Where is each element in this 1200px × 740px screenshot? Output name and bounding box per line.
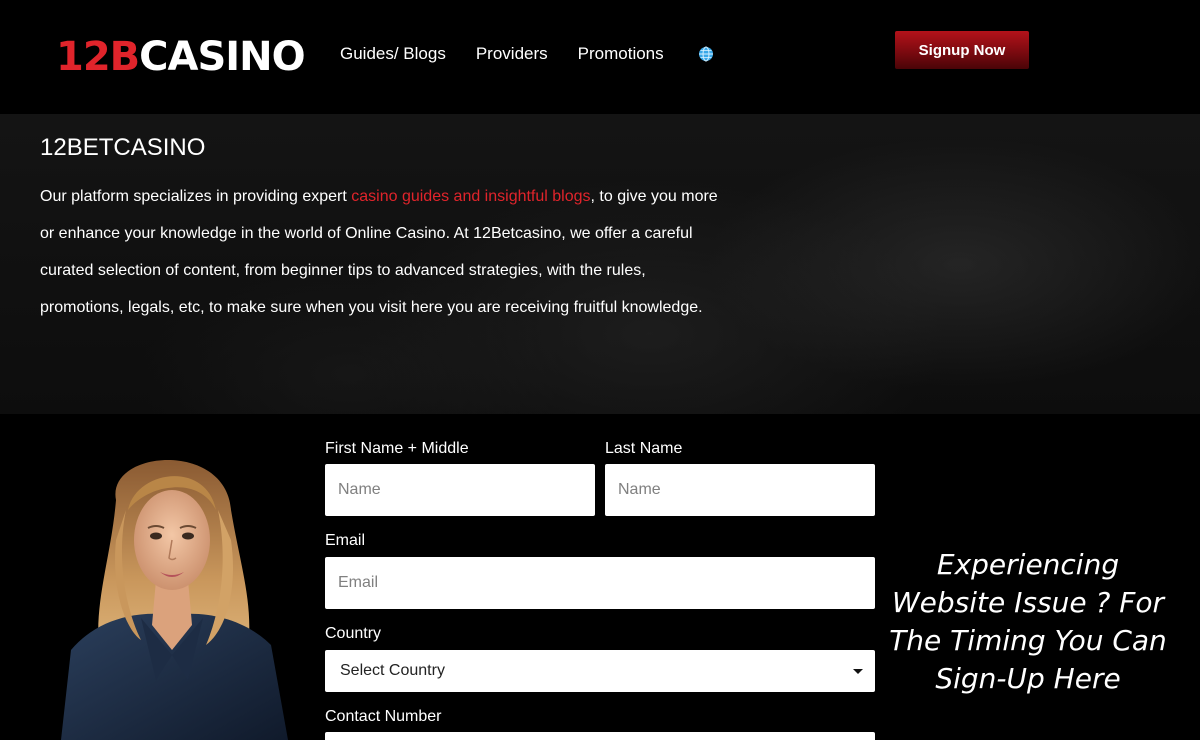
site-header: 12BCASINO Guides/ Blogs Providers Promot…: [0, 0, 1200, 114]
signup-help-message: Experiencing Website Issue ? For The Tim…: [889, 548, 1167, 695]
nav-guides-blogs[interactable]: Guides/ Blogs: [340, 42, 446, 66]
signup-now-button[interactable]: Signup Now: [895, 31, 1029, 69]
hero-text-end: , to give you more or enhance your knowl…: [40, 188, 718, 316]
contact-number-label: Contact Number: [325, 708, 442, 725]
logo-part-white: CASINO: [139, 34, 305, 80]
contact-number-input[interactable]: [325, 732, 875, 740]
first-name-input[interactable]: [325, 464, 595, 516]
site-logo[interactable]: 12BCASINO: [56, 30, 306, 84]
nav-providers[interactable]: Providers: [476, 42, 548, 66]
email-label: Email: [325, 532, 366, 549]
last-name-label: Last Name: [605, 440, 683, 457]
hero-section: 12BETCASINO Our platform specializes in …: [0, 114, 1200, 414]
hero-description: Our platform specializes in providing ex…: [40, 178, 720, 326]
woman-portrait-image: [56, 440, 288, 740]
casino-guides-link[interactable]: casino guides and insightful blogs: [351, 188, 590, 205]
chevron-down-icon: [853, 669, 863, 674]
logo-part-red: 12B: [56, 34, 140, 80]
email-input[interactable]: [325, 557, 875, 609]
last-name-input[interactable]: [605, 464, 875, 516]
nav-promotions[interactable]: Promotions: [578, 42, 664, 66]
first-name-label: First Name + Middle: [325, 440, 469, 457]
hero-title: 12BETCASINO: [40, 134, 206, 161]
country-select[interactable]: Select Country: [325, 650, 875, 692]
hero-text-start: Our platform specializes in providing ex…: [40, 188, 352, 205]
country-label: Country: [325, 625, 382, 642]
main-nav: Guides/ Blogs Providers Promotions: [340, 42, 714, 66]
country-select-value: Select Country: [340, 662, 445, 679]
globe-icon[interactable]: [698, 46, 714, 62]
